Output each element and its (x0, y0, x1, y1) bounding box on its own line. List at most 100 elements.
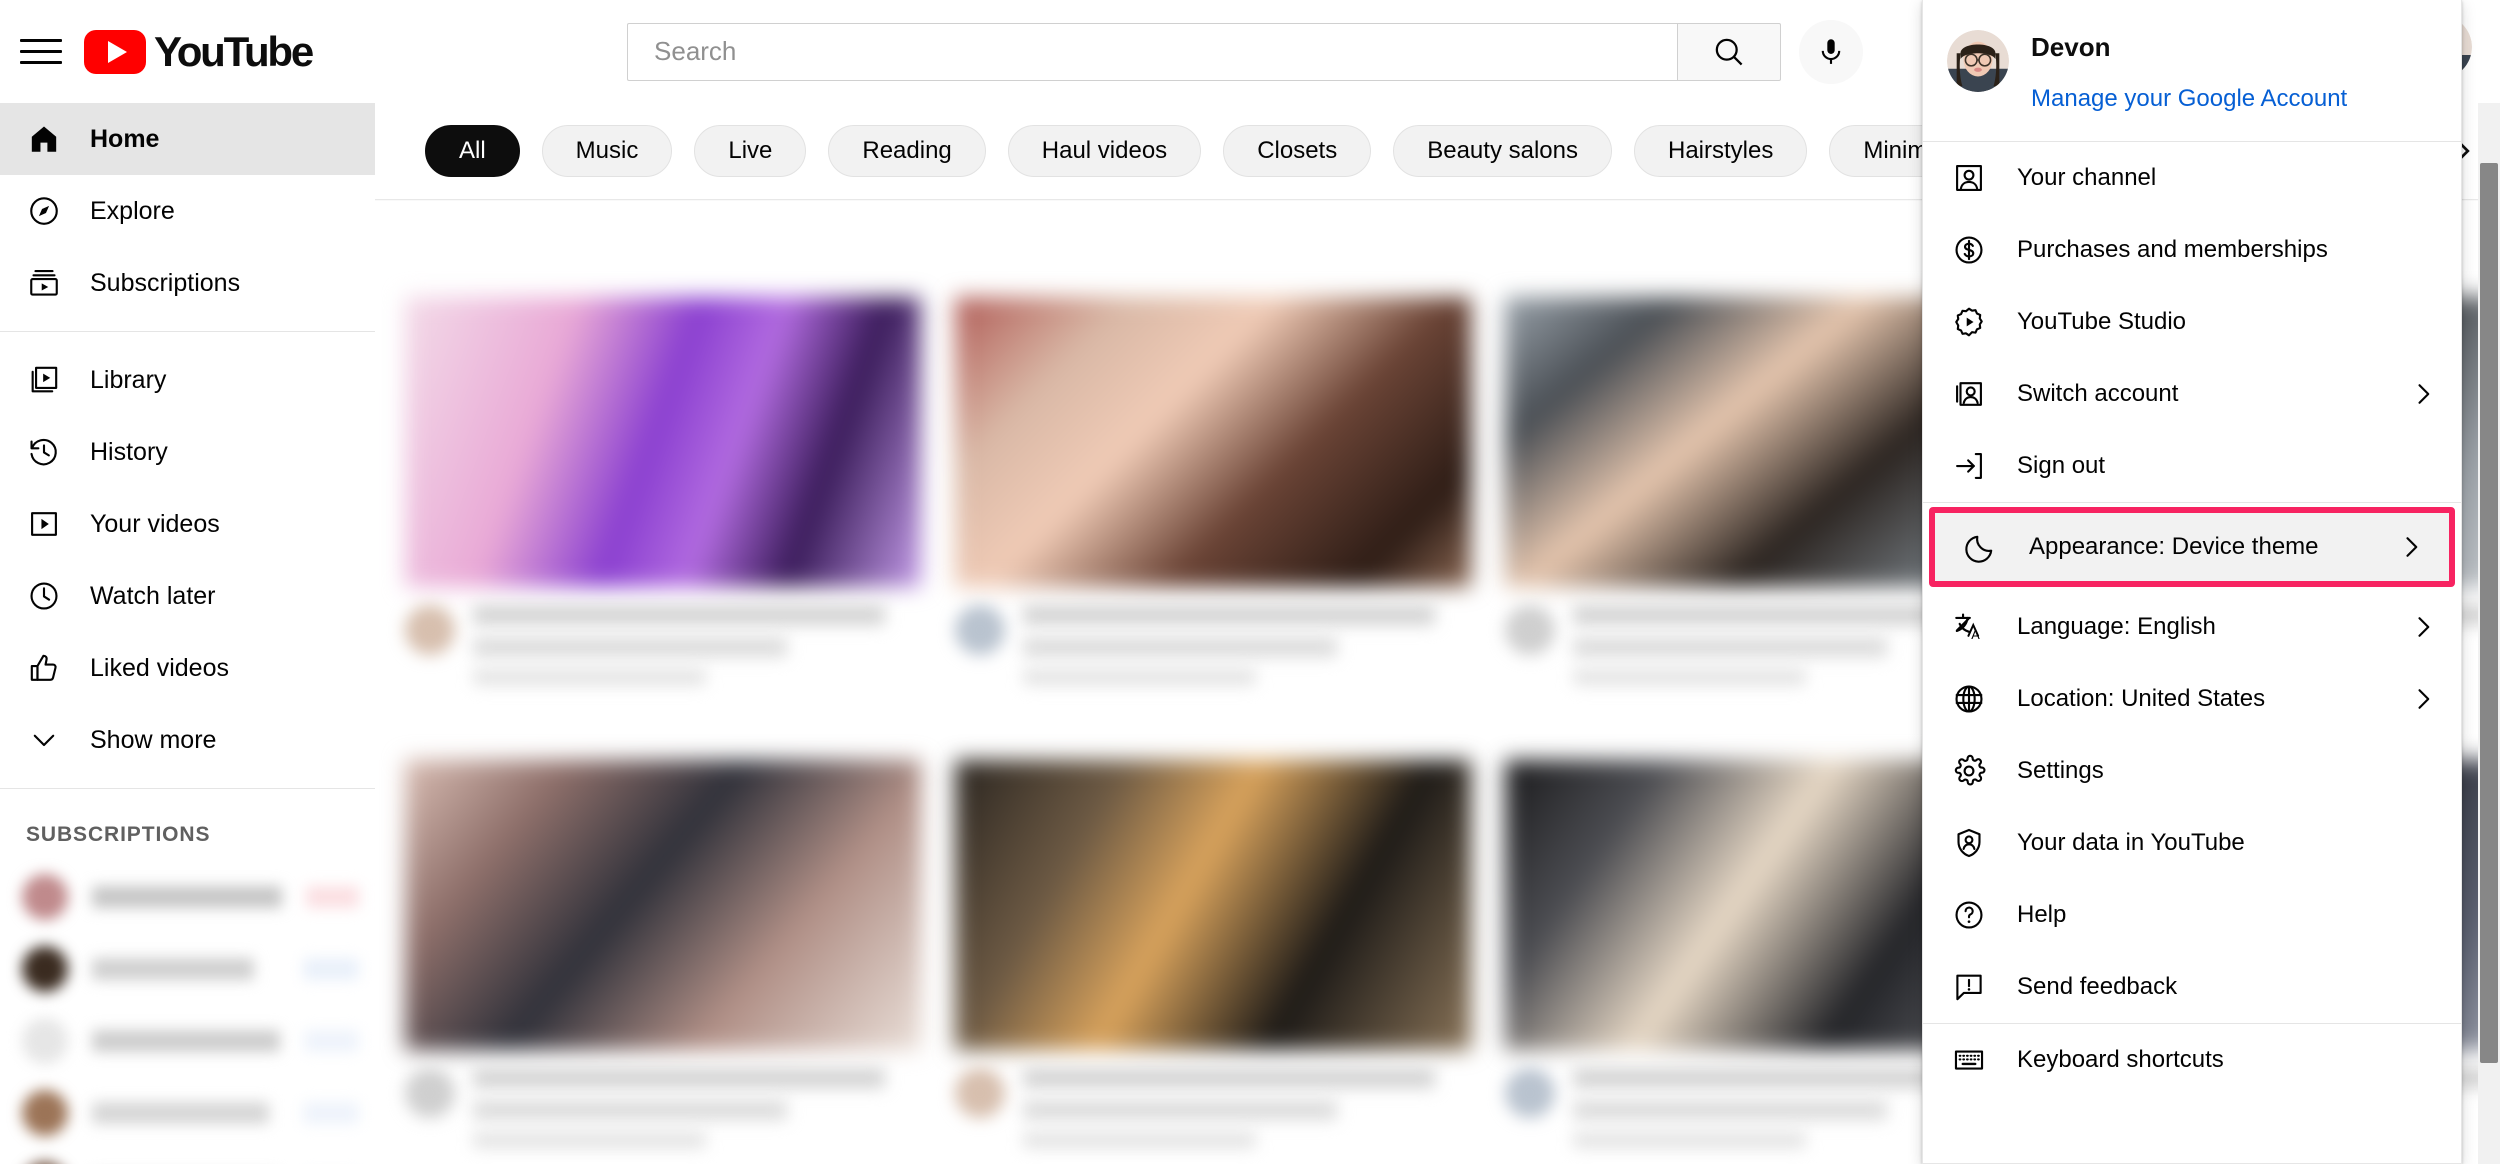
studio-gear-icon (1949, 302, 1989, 342)
voice-search-button[interactable] (1799, 19, 1864, 84)
menu-item-language-english[interactable]: A Language: English (1923, 591, 2461, 663)
menu-item-send-feedback[interactable]: Send feedback (1923, 951, 2461, 1023)
youtube-logo[interactable]: YouTube (84, 29, 314, 74)
moon-icon (1961, 527, 2001, 567)
chevron-right-icon (2409, 613, 2437, 641)
highlighted-menu-item-wrapper: Appearance: Device theme (1929, 507, 2455, 587)
switch-account-icon (1949, 374, 1989, 414)
video-text-placeholder (1023, 605, 1471, 697)
channel-avatar (22, 874, 68, 920)
menu-item-appearance-device-theme[interactable]: Appearance: Device theme (1935, 513, 2449, 581)
menu-item-your-data-in-youtube[interactable]: Your data in YouTube (1923, 807, 2461, 879)
chip-list: All Music Live Reading Haul videos Closets Bea… (425, 125, 2131, 177)
category-chip-closets[interactable]: Closets (1223, 125, 1372, 177)
menu-item-label: Settings (2017, 757, 2104, 784)
home-icon (24, 119, 64, 159)
menu-item-youtube-studio[interactable]: YouTube Studio (1923, 286, 2461, 358)
sidebar-item-home[interactable]: Home (0, 103, 375, 175)
video-text-placeholder (1023, 1067, 1471, 1160)
menu-group-divider (1923, 502, 2461, 503)
channel-person-icon (1949, 158, 1989, 198)
menu-item-switch-account[interactable]: Switch account (1923, 358, 2461, 430)
sidebar-secondary-items: Library History Your videos Watch later Like… (0, 344, 375, 776)
subscriptions-header: SUBSCRIPTIONS (26, 823, 211, 846)
chevron-down-icon (24, 720, 64, 760)
menu-item-sign-out[interactable]: Sign out (1923, 430, 2461, 502)
subscription-channel-item[interactable] (0, 861, 375, 933)
subscription-channel-item[interactable] (0, 1149, 375, 1164)
help-circle-icon (1949, 895, 1989, 935)
thumbs-up-icon (24, 648, 64, 688)
video-card[interactable] (955, 297, 1471, 702)
menu-item-location-united-states[interactable]: Location: United States (1923, 663, 2461, 735)
menu-item-keyboard-shortcuts[interactable]: Keyboard shortcuts (1923, 1024, 2461, 1096)
youtube-play-icon (84, 29, 146, 74)
sidebar-item-explore[interactable]: Explore (0, 175, 375, 247)
menu-item-label: Appearance: Device theme (2029, 533, 2319, 560)
search-button[interactable] (1677, 22, 1782, 81)
menu-item-label: Location: United States (2017, 685, 2266, 712)
channel-badge-placeholder (306, 886, 359, 908)
compass-icon (24, 191, 64, 231)
sidebar-divider-2 (0, 788, 375, 789)
category-chip-live[interactable]: Live (694, 125, 807, 177)
sidebar-item-watch-later[interactable]: Watch later (0, 560, 375, 632)
menu-item-label: Your channel (2017, 164, 2157, 191)
category-chip-reading[interactable]: Reading (828, 125, 986, 177)
video-thumbnail[interactable] (405, 297, 921, 587)
subscription-list (0, 861, 375, 1164)
scrollbar-thumb[interactable] (2480, 163, 2498, 1063)
globe-icon (1949, 679, 1989, 719)
subscription-channel-item[interactable] (0, 1005, 375, 1077)
account-dropdown-menu[interactable]: Devon Manage your Google Account Your ch… (1922, 0, 2462, 1164)
menu-item-purchases-and-memberships[interactable]: Purchases and memberships (1923, 214, 2461, 286)
menu-item-label: Your data in YouTube (2017, 829, 2245, 856)
video-thumbnail[interactable] (955, 759, 1471, 1050)
chevron-right-icon (2397, 533, 2425, 561)
left-sidebar[interactable]: Home Explore Subscriptions Library History Y… (0, 103, 375, 1164)
sidebar-item-history[interactable]: History (0, 416, 375, 488)
menu-item-help[interactable]: Help (1923, 879, 2461, 951)
sidebar-item-show-more[interactable]: Show more (0, 704, 375, 776)
search-input[interactable] (654, 36, 1678, 67)
category-chip-hairstyles[interactable]: Hairstyles (1633, 125, 1808, 177)
video-thumbnail[interactable] (955, 297, 1471, 587)
channel-badge-placeholder (304, 1030, 359, 1052)
channel-name-placeholder (92, 1102, 269, 1124)
library-icon (24, 360, 64, 400)
sidebar-item-liked-videos[interactable]: Liked videos (0, 632, 375, 704)
video-card[interactable] (405, 297, 921, 702)
video-thumbnail[interactable] (405, 759, 921, 1050)
sidebar-item-label: Subscriptions (90, 268, 241, 297)
sidebar-item-label: Show more (90, 725, 217, 754)
sign-out-icon (1949, 446, 1989, 486)
video-card[interactable] (405, 759, 921, 1164)
page-scrollbar[interactable] (2478, 103, 2500, 1164)
account-name: Devon (2031, 32, 2111, 62)
category-chip-all[interactable]: All (425, 125, 520, 177)
subscription-channel-item[interactable] (0, 1077, 375, 1149)
menu-item-label: Language: English (2017, 613, 2216, 640)
sidebar-item-label: Your videos (90, 509, 220, 538)
sidebar-item-subscriptions[interactable]: Subscriptions (0, 247, 375, 319)
sidebar-item-your-videos[interactable]: Your videos (0, 488, 375, 560)
keyboard-icon (1949, 1040, 1989, 1080)
subscription-channel-item[interactable] (0, 933, 375, 1005)
microphone-icon (1821, 38, 1841, 64)
category-chip-haul-videos[interactable]: Haul videos (1007, 125, 1202, 177)
channel-name-placeholder (92, 958, 255, 980)
menu-item-settings[interactable]: Settings (1923, 735, 2461, 807)
hamburger-menu-icon[interactable] (20, 35, 62, 69)
menu-item-your-channel[interactable]: Your channel (1923, 142, 2461, 214)
search-box[interactable] (627, 22, 1678, 81)
channel-name-placeholder (92, 886, 283, 908)
category-chip-beauty-salons[interactable]: Beauty salons (1393, 125, 1612, 177)
sidebar-divider-1 (0, 331, 375, 332)
category-chip-music[interactable]: Music (541, 125, 673, 177)
video-card[interactable] (955, 759, 1471, 1164)
channel-badge-placeholder (302, 958, 359, 980)
menu-item-label: YouTube Studio (2017, 308, 2187, 335)
manage-google-account-link[interactable]: Manage your Google Account (2031, 85, 2347, 113)
sidebar-item-library[interactable]: Library (0, 344, 375, 416)
history-clock-icon (24, 432, 64, 472)
